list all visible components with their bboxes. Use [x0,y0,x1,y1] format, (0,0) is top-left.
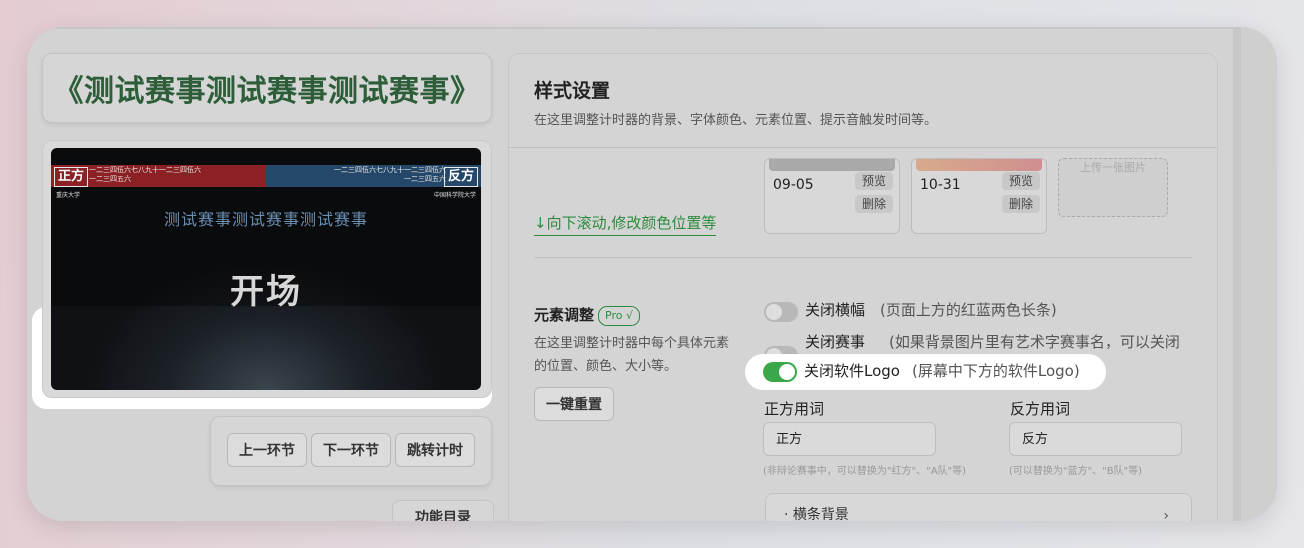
toggle-knob [779,364,795,380]
delete-button[interactable]: 删除 [855,195,893,213]
accordion-label: · 横条背景 [784,507,849,521]
jump-timer-button[interactable]: 跳转计时 [395,433,475,467]
pro-side-badge: 正方 [54,167,89,187]
section-divider [534,257,1192,258]
timer-preview-screen[interactable]: 正方 一二三四伍六七八九十一二三四伍六 一二三四五六 一二三四伍六七八九十一二三… [51,148,481,390]
element-section-title: 元素调整 Pro √ [534,304,640,326]
function-menu-button[interactable]: 功能目录 [392,500,494,521]
option-hide-logo-desc: (屏幕中下方的软件Logo) [912,362,1080,380]
banner-background-accordion[interactable]: · 横条背景 › [765,493,1192,521]
panel-subtitle: 在这里调整计时器的背景、字体颜色、元素位置、提示音触发时间等。 [534,113,938,128]
window-top-edge [27,27,1277,29]
con-word-hint: (可以替换为"蓝方"、"B队"等) [1009,466,1143,477]
con-side-badge: 反方 [443,167,478,187]
option-hide-banner-label: 关闭横幅 [805,301,866,319]
con-school: 中国科学院大学 [433,192,476,199]
pro-word-input[interactable]: 正方 [763,422,936,456]
toggle-hide-banner[interactable] [764,302,798,322]
option-hide-logo-label: 关闭软件Logo [804,362,900,380]
pro-team-line-1: 一二三四伍六七八九十一二三四伍六 [89,166,201,174]
pro-word-hint: (非辩论赛事中，可以替换为"红方"、"A队"等) [763,466,967,477]
panel-title: 样式设置 [534,80,611,102]
chevron-right-icon: › [1163,508,1169,521]
pro-badge: Pro √ [598,306,640,326]
reset-button[interactable]: 一键重置 [534,387,614,421]
upload-label: 上传一张图片 [1080,161,1146,174]
preview-button[interactable]: 预览 [855,172,893,190]
thumb-date: 09-05 [773,177,814,193]
element-section-desc: 在这里调整计时器中每个具体元素的位置、颜色、大小等。 [534,336,730,374]
window-edge [1241,27,1277,521]
background-thumb-1[interactable]: 09-05 预览 删除 [764,158,900,234]
element-section-label: 元素调整 [534,306,595,324]
option-hide-banner-desc: (页面上方的红蓝两色长条) [880,301,1057,319]
event-title-card: 《测试赛事测试赛事测试赛事》 [42,53,492,123]
thumb-image [916,159,1042,171]
event-title: 《测试赛事测试赛事测试赛事》 [53,74,481,109]
preview-event-name: 测试赛事测试赛事测试赛事 [163,210,368,229]
stage-controls: 上一环节 下一环节 跳转计时 [210,416,492,486]
thumb-image [769,159,895,171]
delete-button[interactable]: 删除 [1002,195,1040,213]
panel-header: 样式设置 在这里调整计时器的背景、字体颜色、元素位置、提示音触发时间等。 [509,54,1217,148]
con-team-names: 一二三四伍六七八九十一二三四伍六 一二三四五六 [334,166,446,184]
scroll-down-link[interactable]: ↓向下滚动,修改颜色位置等 [534,212,717,236]
thumb-date: 10-31 [920,177,961,193]
preview-stage: 开场 [230,272,302,312]
con-team-line-1: 一二三四伍六七八九十一二三四伍六 [334,166,446,174]
toggle-knob [766,304,782,320]
scrollbar-track[interactable] [1233,27,1241,521]
con-word-input[interactable]: 反方 [1009,422,1182,456]
pro-team-names: 一二三四伍六七八九十一二三四伍六 一二三四五六 [89,166,201,184]
pro-team-line-2: 一二三四五六 [89,175,131,183]
highlight-logo-option: 关闭软件Logo (屏幕中下方的软件Logo) [745,354,1106,390]
pro-word-label: 正方用词 [764,400,825,418]
con-word-label: 反方用词 [1010,400,1071,418]
con-team-line-2: 一二三四五六 [404,175,446,183]
prev-stage-button[interactable]: 上一环节 [227,433,307,467]
next-stage-button[interactable]: 下一环节 [311,433,391,467]
app-window: 《测试赛事测试赛事测试赛事》 正方 一二三四伍六七八九十一二三四伍六 一二三四五… [27,27,1277,521]
upload-image-button[interactable]: 上传一张图片 [1058,158,1168,217]
preview-button[interactable]: 预览 [1002,172,1040,190]
pro-school: 重庆大学 [56,192,81,199]
toggle-hide-logo[interactable] [763,362,797,382]
background-thumb-2[interactable]: 10-31 预览 删除 [911,158,1047,234]
